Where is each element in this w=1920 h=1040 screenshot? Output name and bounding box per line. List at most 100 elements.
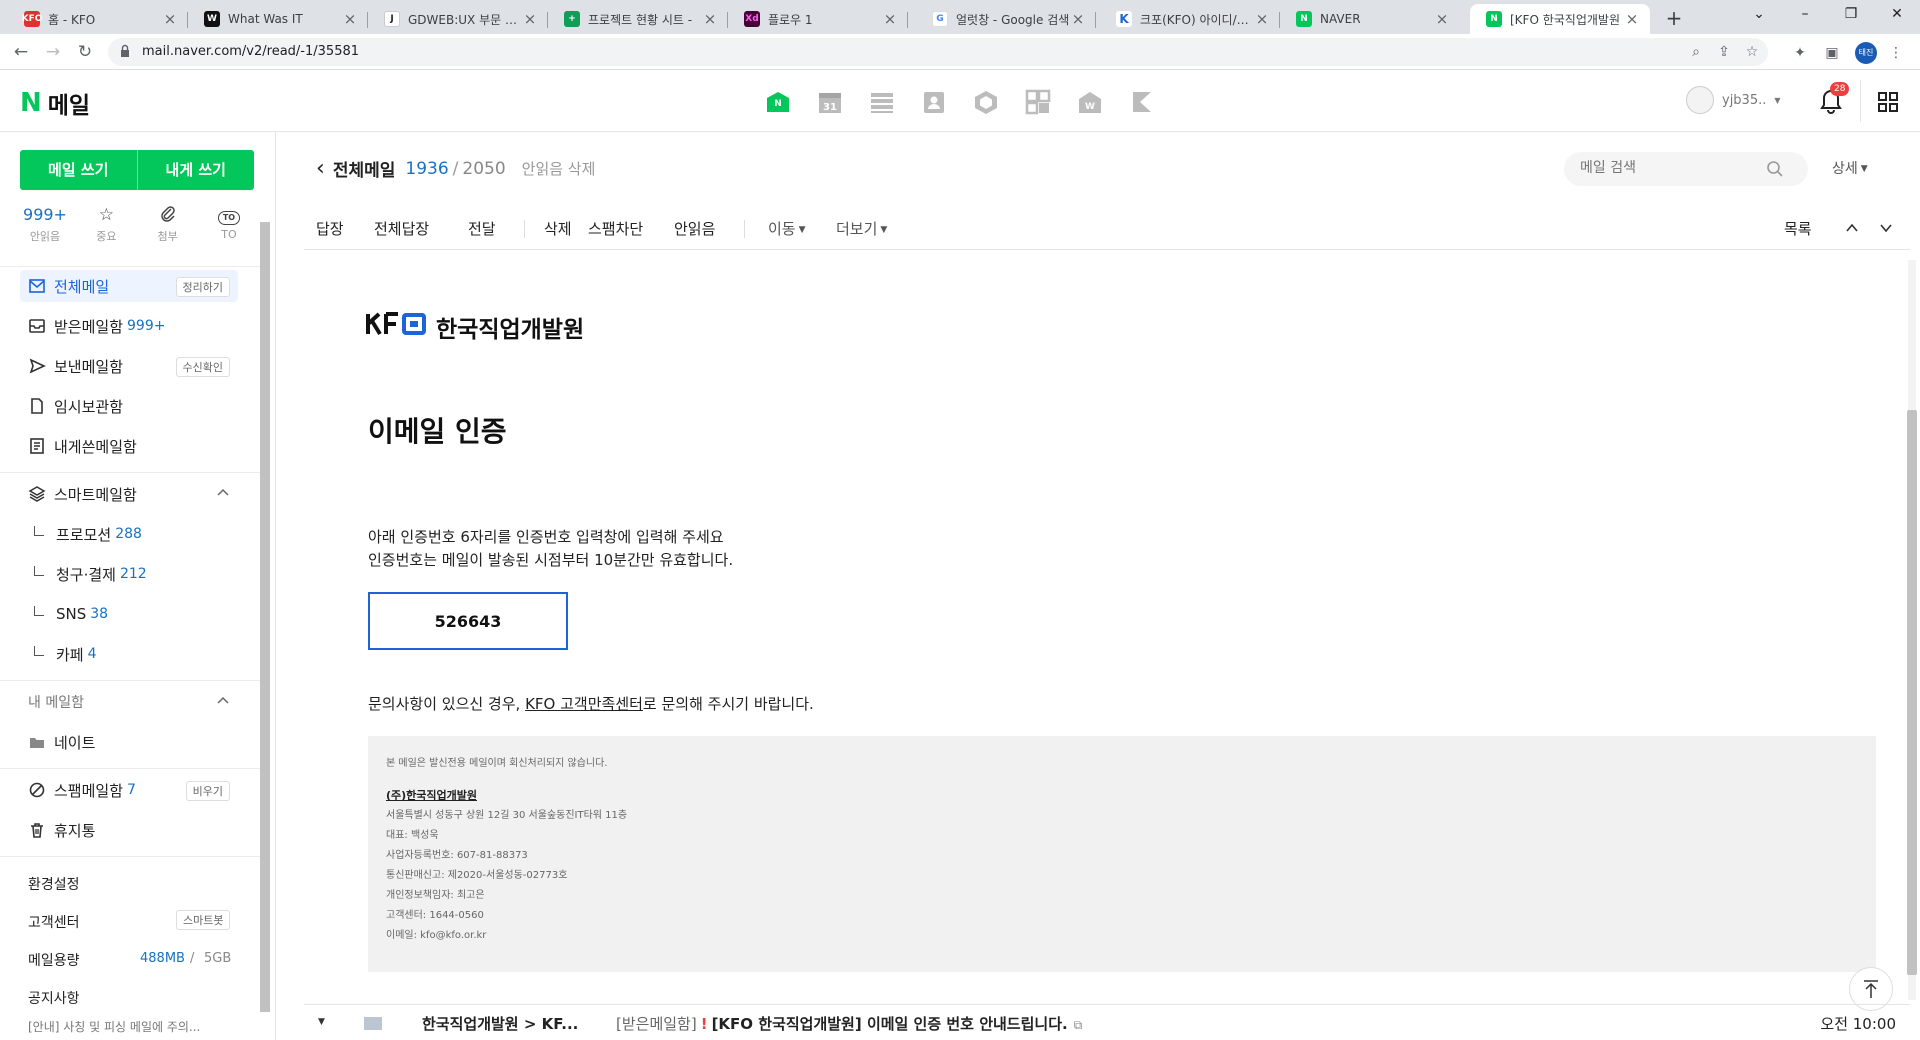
quick-attachment[interactable]: 첨부 [143, 204, 193, 244]
extensions-icon[interactable]: ✦ [1790, 43, 1810, 63]
list-button[interactable]: 목록 [1784, 218, 1812, 239]
settings-link[interactable]: 환경설정 [28, 874, 80, 894]
sidebar-item-nate[interactable]: 네이트 [20, 726, 238, 758]
quick-important[interactable]: ☆ 중요 [81, 204, 131, 244]
close-tab-icon[interactable]: × [702, 10, 718, 28]
back-chevron-icon[interactable]: ‹ [316, 157, 325, 179]
tab-search-icon[interactable]: ⌄ [1736, 0, 1782, 30]
close-tab-icon[interactable]: × [1624, 10, 1640, 28]
sidebar-item-drafts[interactable]: 임시보관함 [20, 390, 238, 422]
scrollbar-thumb[interactable] [1907, 410, 1917, 975]
side-panel-icon[interactable]: ▣ [1822, 43, 1842, 63]
profile-avatar[interactable]: 태진 [1855, 42, 1877, 64]
next-mail-chevron-down-icon[interactable] [1878, 220, 1894, 236]
sidebar-item-billing[interactable]: 청구·결제 212 [30, 560, 147, 588]
browser-tab[interactable]: KFO 홈 - KFO × [8, 4, 188, 34]
write-mail-button[interactable]: 메일 쓰기 [20, 150, 138, 190]
browser-tab[interactable]: G 얼럿창 - Google 검색 × [916, 4, 1096, 34]
close-tab-icon[interactable]: × [1254, 10, 1270, 28]
keep-icon[interactable] [1128, 88, 1156, 116]
write-to-self-button[interactable]: 내게 쓰기 [138, 150, 255, 190]
apps-icon[interactable] [1024, 88, 1052, 116]
browser-tab[interactable]: N NAVER × [1280, 4, 1460, 34]
close-tab-icon[interactable]: × [1070, 10, 1086, 28]
sidebar-item-cafe[interactable]: 카페 4 [30, 640, 97, 668]
mark-unread-button[interactable]: 안읽음 [674, 218, 715, 239]
delete-unread-button[interactable]: 안읽음 삭제 [522, 158, 596, 179]
sidebar-item-sent[interactable]: 보낸메일함 수신확인 [20, 350, 238, 382]
reply-button[interactable]: 답장 [316, 218, 344, 239]
close-tab-icon[interactable]: × [522, 10, 538, 28]
move-dropdown[interactable]: 이동 ▼ [768, 218, 806, 239]
sidebar-item-my-box[interactable]: 내 메일함 [20, 686, 238, 718]
sidebar-item-spam[interactable]: 스팸메일함 7 비우기 [20, 774, 238, 806]
smartbot-button[interactable]: 스마트봇 [176, 910, 231, 930]
naver-mail-logo[interactable]: N 메일 [20, 86, 90, 120]
maximize-button[interactable]: ❐ [1828, 0, 1874, 30]
close-tab-icon[interactable]: × [342, 10, 358, 28]
sidebar-item-self[interactable]: 내게쓴메일함 [20, 430, 238, 462]
sidebar-scrollbar[interactable] [260, 222, 270, 1012]
calendar-icon[interactable]: 31 [816, 88, 844, 116]
browser-tab[interactable]: + 프로젝트 현황 시트 - × [548, 4, 728, 34]
sidebar-item-sns[interactable]: SNS 38 [30, 600, 108, 628]
cube-icon[interactable] [972, 88, 1000, 116]
organize-button[interactable]: 정리하기 [175, 277, 230, 297]
user-menu[interactable]: yjb35.. ▼ [1686, 86, 1781, 114]
notice-text[interactable]: [안내] 사칭 및 피싱 메일에 주의... [28, 1018, 200, 1035]
close-window-button[interactable]: ✕ [1874, 0, 1920, 30]
table-icon[interactable] [868, 88, 896, 116]
caret-down-icon[interactable]: ▼ [318, 1017, 325, 1027]
mail-scrollbar[interactable] [1904, 260, 1918, 1000]
delete-button[interactable]: 삭제 [544, 218, 572, 239]
reload-icon[interactable]: ↻ [72, 40, 98, 64]
empty-spam-button[interactable]: 비우기 [185, 781, 230, 801]
quick-to-me[interactable]: TO TO [204, 204, 254, 244]
close-tab-icon[interactable]: × [162, 10, 178, 28]
detail-search-button[interactable]: 상세 ▼ [1832, 158, 1868, 178]
browser-tab[interactable]: Xd 플로우 1 × [728, 4, 908, 34]
sidebar-item-trash[interactable]: 휴지통 [20, 814, 238, 846]
back-icon[interactable]: ← [8, 40, 34, 64]
chevron-up-icon[interactable] [216, 486, 230, 500]
reply-all-button[interactable]: 전체답장 [374, 218, 429, 239]
url-field[interactable]: mail.naver.com/v2/read/-1/35581 ⌕ ⇪ ☆ [108, 38, 1768, 66]
quick-unread[interactable]: 999+ 안읽음 [20, 204, 70, 244]
kfo-support-link[interactable]: KFO 고객만족센터 [525, 695, 643, 713]
close-tab-icon[interactable]: × [882, 10, 898, 28]
sidebar-item-promotion[interactable]: 프로모션 288 [30, 520, 142, 548]
mail-icon[interactable]: N [764, 88, 792, 116]
block-spam-button[interactable]: 스팸차단 [588, 218, 643, 239]
next-mail-row[interactable]: ▼ 한국직업개발원 > KF... [받은메일함]! [KFO 한국직업개발원] … [304, 1004, 1910, 1040]
new-tab-button[interactable]: + [1660, 6, 1688, 32]
all-services-grid-icon[interactable] [1878, 92, 1898, 112]
close-tab-icon[interactable]: × [1434, 10, 1450, 28]
contacts-icon[interactable] [920, 88, 948, 116]
search-icon[interactable] [1766, 160, 1784, 178]
mybox-icon[interactable]: W [1076, 88, 1104, 116]
browser-tab[interactable]: W What Was IT × [188, 4, 368, 34]
zoom-icon[interactable]: ⌕ [1686, 44, 1706, 60]
prev-mail-chevron-up-icon[interactable] [1844, 220, 1860, 236]
bookmark-star-icon[interactable]: ☆ [1742, 44, 1762, 60]
browser-tab-active[interactable]: N [KFO 한국직업개발원 × [1470, 4, 1650, 34]
share-icon[interactable]: ⇪ [1714, 44, 1734, 60]
notification-bell-icon[interactable]: 28 [1816, 82, 1850, 116]
receipt-check-button[interactable]: 수신확인 [175, 357, 230, 377]
sidebar-item-smart[interactable]: 스마트메일함 [20, 478, 238, 510]
minimize-button[interactable]: – [1782, 0, 1828, 30]
forward-button[interactable]: 전달 [468, 218, 496, 239]
open-new-window-icon[interactable]: ⧉ [1074, 1018, 1083, 1032]
folder-title[interactable]: 전체메일 [333, 156, 396, 181]
browser-tab[interactable]: K 크포(KFO) 아이디/비밀 × [1100, 4, 1280, 34]
support-link[interactable]: 고객센터 스마트봇 [28, 910, 231, 932]
forward-icon[interactable]: → [40, 40, 66, 64]
next-mail-title[interactable]: [받은메일함]! [KFO 한국직업개발원] 이메일 인증 번호 안내드립니다. ⧉ [616, 1013, 1082, 1034]
mail-search-input[interactable] [1580, 160, 1750, 176]
browser-tab[interactable]: J GDWEB:UX 부문 선정 × [368, 4, 548, 34]
sidebar-item-inbox[interactable]: 받은메일함 999+ [20, 310, 238, 342]
sidebar-item-all-mail[interactable]: 전체메일 정리하기 [20, 270, 238, 302]
chevron-up-icon[interactable] [216, 694, 230, 708]
more-dropdown[interactable]: 더보기 ▼ [836, 218, 887, 239]
browser-menu-icon[interactable]: ⋮ [1886, 43, 1906, 63]
